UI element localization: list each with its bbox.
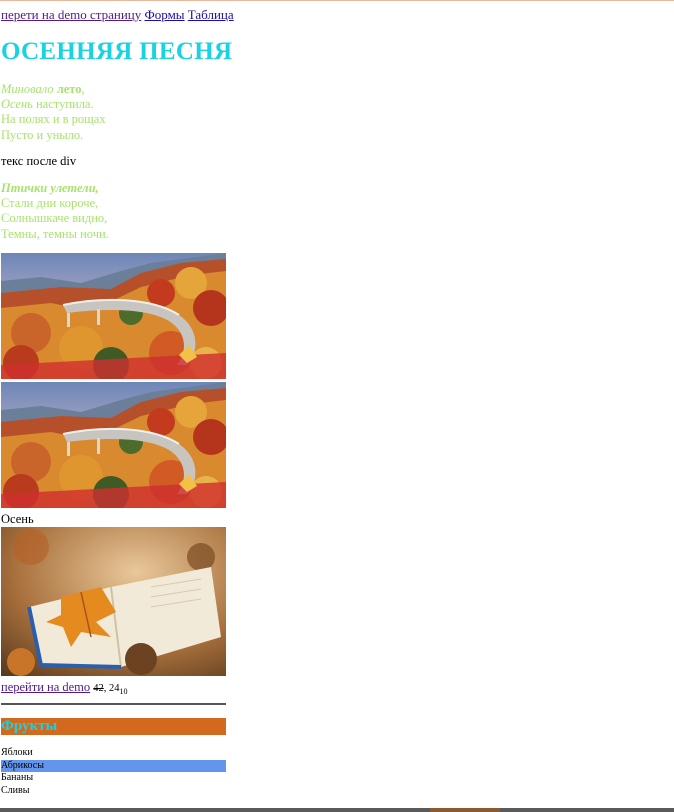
top-border bbox=[0, 0, 674, 1]
math-text: 42, 2410 bbox=[93, 683, 128, 697]
stanza2-line4: Темны, темны ночи. bbox=[1, 226, 109, 241]
demo-page-link[interactable]: перети на demo страницу bbox=[1, 7, 141, 22]
bold-italic-line: Птички улетели, bbox=[1, 181, 99, 195]
list-item[interactable]: Яблоки bbox=[1, 747, 226, 760]
autumn-road-image-1 bbox=[1, 253, 226, 379]
line-rest: наступила. bbox=[32, 97, 94, 112]
list-item[interactable]: Сливы bbox=[1, 785, 226, 798]
poem-stanza-2: Птички улетели, Стали дни короче, Солныш… bbox=[1, 181, 109, 242]
bottom-image-strip bbox=[0, 808, 674, 812]
page-title: ОСЕННЯЯ ПЕСНЯ bbox=[1, 38, 233, 65]
autumn-book-image bbox=[1, 527, 226, 676]
horizontal-rule bbox=[1, 703, 226, 705]
strip-accent bbox=[430, 808, 500, 812]
stanza1-line1: Миновало лето, bbox=[1, 82, 106, 97]
italic-word: Миновало bbox=[1, 82, 54, 96]
image-caption: Осень bbox=[1, 512, 34, 526]
list-item[interactable]: Бананы bbox=[1, 772, 226, 785]
subscript-number: 10 bbox=[119, 687, 128, 697]
stanza2-line3: Солнышкаче видно, bbox=[1, 211, 108, 226]
number-text: , 24 bbox=[103, 683, 120, 694]
autumn-road-image-2 bbox=[1, 382, 226, 508]
stanza1-line3: На полях и в рощах bbox=[1, 112, 106, 127]
forms-link[interactable]: Формы bbox=[145, 7, 185, 22]
table-link[interactable]: Таблица bbox=[188, 7, 234, 22]
list-item-selected[interactable]: Абрикосы bbox=[1, 759, 226, 772]
stanza1-line4: Пусто и уныло. bbox=[1, 127, 84, 142]
demo-link[interactable]: перейти на demo bbox=[1, 680, 90, 694]
fruits-list[interactable]: Яблоки Абрикосы Бананы Сливы bbox=[1, 747, 226, 797]
stanza1-line2: Осень наступила. bbox=[1, 97, 106, 112]
demo-line: перейти на demo 42, 2410 bbox=[1, 680, 128, 699]
text-after-div: текс после div bbox=[1, 154, 77, 168]
poem-stanza-1: Миновало лето, Осень наступила. На полях… bbox=[1, 82, 106, 143]
top-nav: перети на demo страницу Формы Таблица bbox=[1, 7, 234, 22]
strikethrough-number: 42 bbox=[93, 683, 104, 694]
bold-word: лето bbox=[56, 82, 82, 96]
stanza2-line1: Птички улетели, bbox=[1, 181, 109, 196]
italic-word: Осень bbox=[1, 97, 33, 112]
punct: , bbox=[81, 82, 85, 96]
stanza2-line2: Стали дни короче, bbox=[1, 196, 99, 211]
fruits-heading: Фрукты bbox=[1, 718, 226, 735]
